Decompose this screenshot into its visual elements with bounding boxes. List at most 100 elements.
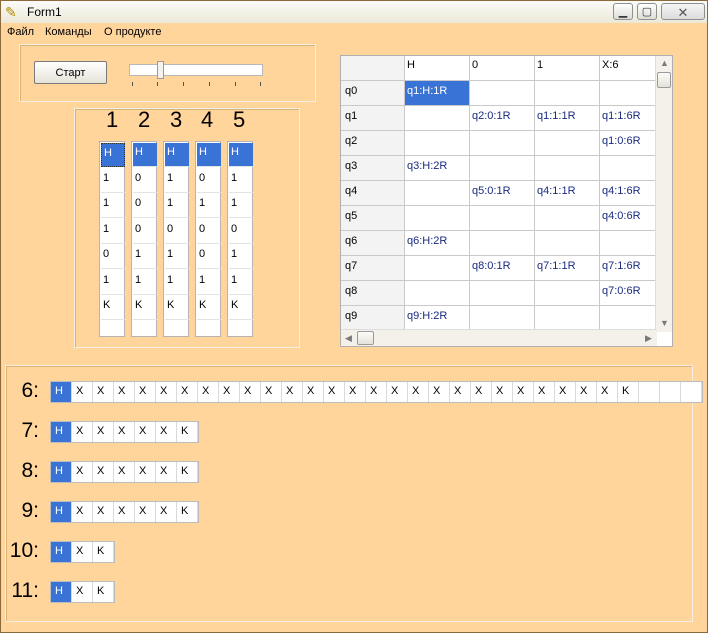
close-button[interactable]: ✕ <box>661 3 705 20</box>
column-cell[interactable]: H <box>229 143 253 167</box>
table-cell[interactable] <box>405 256 470 281</box>
column-cell[interactable]: 1 <box>101 194 125 218</box>
tape-cell[interactable]: X <box>114 422 135 442</box>
tape-cell[interactable]: H <box>51 422 72 442</box>
column-cell[interactable]: 1 <box>197 194 221 218</box>
column-cell[interactable]: 0 <box>133 194 157 218</box>
table-cell[interactable] <box>470 81 535 106</box>
tape[interactable]: HXXXXXK <box>50 501 199 523</box>
scroll-down-icon[interactable]: ▼ <box>660 318 669 328</box>
table-cell[interactable]: q2:0:1R <box>470 106 535 131</box>
tape-cell[interactable]: X <box>366 382 387 402</box>
tape-cell[interactable]: H <box>51 542 72 562</box>
column-cell[interactable]: 0 <box>197 220 221 244</box>
tape-cell[interactable]: X <box>114 462 135 482</box>
tape-cell[interactable]: X <box>135 462 156 482</box>
table-cell[interactable] <box>470 281 535 306</box>
tape-cell[interactable]: X <box>156 382 177 402</box>
tape-cell[interactable]: X <box>114 382 135 402</box>
tape-cell[interactable]: X <box>135 422 156 442</box>
tape[interactable]: HXK <box>50 581 115 603</box>
column-cell[interactable]: 0 <box>197 245 221 269</box>
table-cell[interactable] <box>405 206 470 231</box>
column-cell[interactable]: 0 <box>101 245 125 269</box>
column-cell[interactable]: H <box>197 143 221 167</box>
table-cell[interactable] <box>470 231 535 256</box>
minimize-button[interactable]: ▁ <box>613 3 633 20</box>
title-bar[interactable]: ✎ Form1 ▁ ▢ ✕ <box>1 1 707 24</box>
column-cell[interactable]: 1 <box>165 169 189 193</box>
column-cell[interactable]: 1 <box>229 169 253 193</box>
column-cell[interactable]: 1 <box>229 194 253 218</box>
tape-cell[interactable]: H <box>51 582 72 602</box>
tape-column[interactable]: H00011K <box>131 141 157 337</box>
tape-column[interactable]: H01001K <box>195 141 221 337</box>
tape-cell[interactable]: X <box>198 382 219 402</box>
table-cell[interactable] <box>600 81 660 106</box>
tape-cell[interactable]: K <box>93 582 114 602</box>
tape-cell[interactable]: X <box>156 502 177 522</box>
column-cell[interactable]: 1 <box>197 271 221 295</box>
table-cell[interactable] <box>470 131 535 156</box>
table-cell[interactable] <box>535 131 600 156</box>
table-cell[interactable]: q1:H:1R <box>405 81 470 106</box>
column-cell[interactable]: 1 <box>133 245 157 269</box>
tape-cell[interactable]: X <box>534 382 555 402</box>
table-cell[interactable] <box>600 306 660 331</box>
table-cell[interactable] <box>470 156 535 181</box>
column-cell[interactable]: K <box>165 296 189 320</box>
table-cell[interactable] <box>535 81 600 106</box>
column-cell[interactable]: 0 <box>133 220 157 244</box>
tape-cell[interactable]: X <box>156 422 177 442</box>
tape-cell[interactable]: K <box>618 382 639 402</box>
tape-cell[interactable]: X <box>240 382 261 402</box>
scroll-up-icon[interactable]: ▲ <box>660 58 669 68</box>
tape-cell[interactable]: X <box>471 382 492 402</box>
column-cell[interactable]: K <box>229 296 253 320</box>
tape-cell[interactable] <box>681 382 702 402</box>
start-button[interactable]: Старт <box>34 61 107 84</box>
state-table[interactable]: q9:H:2R q9 q7:0:6R q8 q7:1:6R q7:1:1R q8:0:1R q… <box>340 55 673 347</box>
column-cell[interactable]: 0 <box>197 169 221 193</box>
table-cell[interactable] <box>535 231 600 256</box>
tape-cell[interactable] <box>660 382 681 402</box>
table-cell[interactable]: q9:H:2R <box>405 306 470 331</box>
tape-cell[interactable]: K <box>177 462 198 482</box>
column-cell[interactable]: 1 <box>165 271 189 295</box>
column-cell[interactable]: 1 <box>101 169 125 193</box>
tape-cell[interactable]: X <box>450 382 471 402</box>
table-cell[interactable] <box>405 181 470 206</box>
column-cell[interactable]: 0 <box>229 220 253 244</box>
table-cell[interactable] <box>535 156 600 181</box>
tape[interactable]: HXXXXXK <box>50 461 199 483</box>
tape-cell[interactable]: X <box>72 502 93 522</box>
tape-cell[interactable]: H <box>51 502 72 522</box>
tape-cell[interactable]: X <box>93 502 114 522</box>
tape-cell[interactable]: X <box>135 502 156 522</box>
table-cell[interactable]: q5:0:1R <box>470 181 535 206</box>
tape-cell[interactable]: X <box>177 382 198 402</box>
tape-cell[interactable]: X <box>72 382 93 402</box>
column-cell[interactable]: 1 <box>229 271 253 295</box>
tape-cell[interactable]: X <box>72 582 93 602</box>
tape-cell[interactable]: X <box>576 382 597 402</box>
table-cell[interactable] <box>405 131 470 156</box>
tape-cell[interactable]: X <box>72 422 93 442</box>
column-cell[interactable]: H <box>133 143 157 167</box>
tape-cell[interactable]: X <box>219 382 240 402</box>
table-cell[interactable] <box>470 306 535 331</box>
column-cell[interactable]: 1 <box>165 245 189 269</box>
tape-cell[interactable]: X <box>513 382 534 402</box>
column-cell[interactable]: 1 <box>165 194 189 218</box>
table-cell[interactable]: q1:0:6R <box>600 131 660 156</box>
table-cell[interactable]: q4:0:6R <box>600 206 660 231</box>
table-cell[interactable]: q1:1:6R <box>600 106 660 131</box>
scroll-right-icon[interactable]: ▶ <box>645 333 652 344</box>
table-cell[interactable]: q6:H:2R <box>405 231 470 256</box>
tape-cell[interactable]: X <box>345 382 366 402</box>
tape-column[interactable]: H11011K <box>227 141 253 337</box>
column-cell[interactable]: H <box>101 143 125 167</box>
column-cell[interactable]: K <box>197 296 221 320</box>
tape-cell[interactable]: X <box>492 382 513 402</box>
column-cell[interactable]: K <box>101 296 125 320</box>
